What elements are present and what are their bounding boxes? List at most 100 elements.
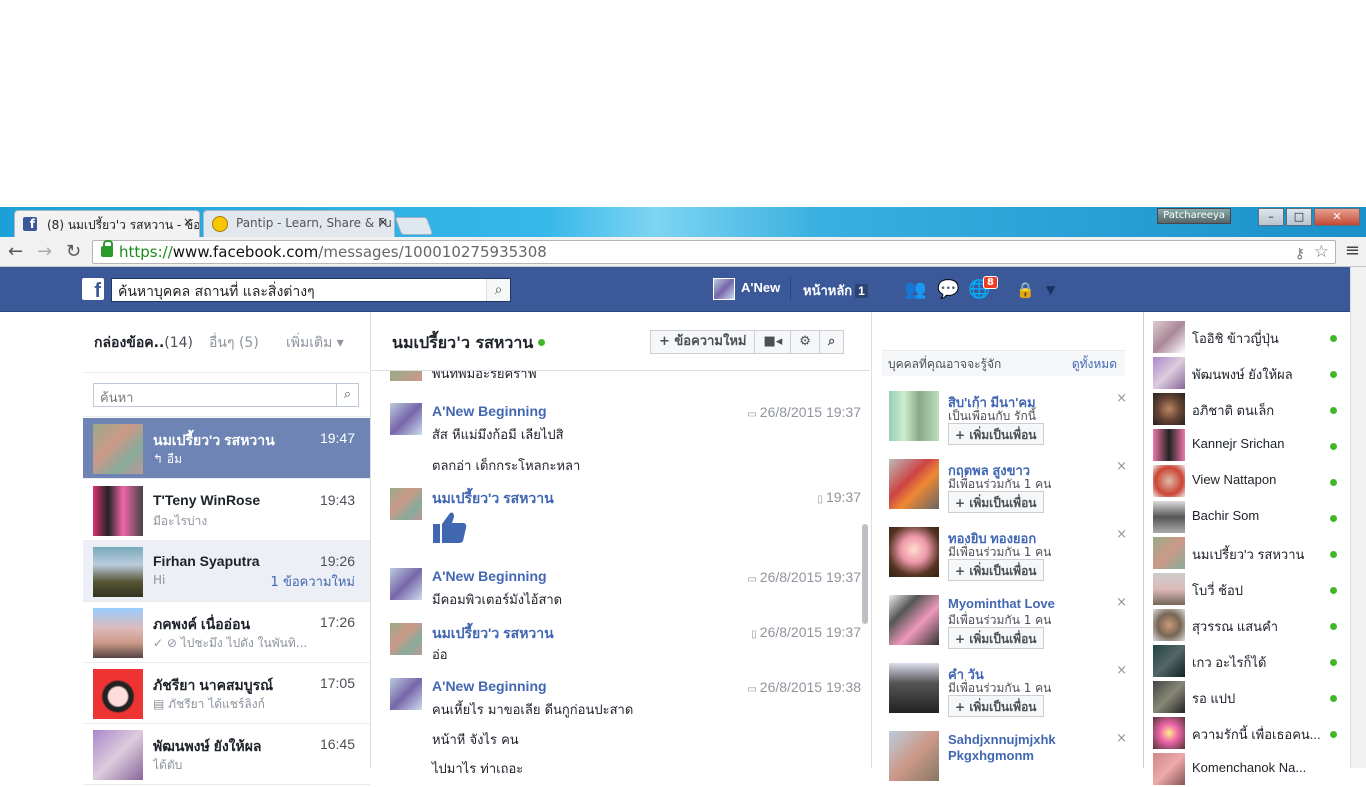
key-icon[interactable]: ⚷ [1295,243,1305,265]
avatar[interactable] [889,391,939,441]
chat-contact[interactable]: นมเปรี้ยว'ว รสหวาน [1144,534,1351,570]
other-inbox-link[interactable]: อื่นๆ (5) [209,332,259,354]
facebook-logo[interactable]: f [82,278,104,302]
contact-name: พัฒนพงษ์ ยังให้ผล [1192,367,1293,382]
profile-link[interactable]: A'New [741,280,780,295]
close-icon[interactable]: × [1116,459,1127,474]
thread-time: 19:47 [319,430,355,446]
back-button[interactable]: ← [8,241,23,262]
more-dropdown[interactable]: เพิ่มเติม ▾ [286,332,344,354]
conversation-title[interactable]: นมเปรี้ยว'ว รสหวาน [392,331,533,356]
chat-contact[interactable]: Bachir Som [1144,498,1351,534]
message-sender[interactable]: นมเปรี้ยว'ว รสหวาน [432,488,554,510]
see-all-link[interactable]: ดูทั้งหมด [1072,355,1117,374]
suggestion-item: Sahdjxnnujmjxhk Pkgxhgmonm × [889,731,1129,787]
tab-close-icon[interactable]: × [183,215,193,229]
friends-icon[interactable]: 👥 [904,279,926,300]
search-icon[interactable]: ⌕ [818,330,845,354]
avatar[interactable] [889,527,939,577]
url-input[interactable]: https://www.facebook.com/messages/100010… [92,240,1336,264]
conversation-scrollbar[interactable] [862,524,868,624]
chat-contact[interactable]: สุวรรณ แสนคำ [1144,606,1351,642]
thread-item[interactable]: ภัชรียา นาคสมบูรณ์ 17:05 ▤ ภัชรียา ได้แช… [83,663,370,724]
chat-contact[interactable]: รอ แปป [1144,678,1351,714]
tab-close-icon[interactable]: × [378,215,388,229]
close-icon[interactable]: × [1116,527,1127,542]
chat-contact[interactable]: โบวี่ ช้อป [1144,570,1351,606]
new-tab-button[interactable] [394,217,434,235]
maximize-button[interactable]: □ [1286,208,1312,226]
close-window-button[interactable]: ✕ [1314,208,1360,226]
thread-item[interactable]: T'Teny WinRose 19:43 มีอะไรบ่าง [83,480,370,541]
inbox-title[interactable]: กล่องข้อค..(14) [94,332,193,354]
message-time: ▯ 19:37 [817,489,861,505]
tab-label: (8) นมเปรี้ยว'ว รสหวาน - ข้อค [47,218,200,232]
tab-pantip[interactable]: Pantip - Learn, Share & Fu × [203,210,395,237]
search-icon[interactable]: ⌕ [336,384,358,406]
close-icon[interactable]: × [1116,663,1127,678]
avatar [390,403,422,435]
thread-item[interactable]: นมเปรี้ยว'ว รสหวาน 19:47 ↰ อืม [83,418,370,479]
bookmark-star-icon[interactable]: ☆ [1314,241,1329,263]
search-icon[interactable]: ⌕ [486,279,510,301]
home-link[interactable]: หน้าหลัก 1 [803,280,868,301]
thread-snippet: ▤ ภัชรียา ได้แชร์ลิงก์ [153,697,265,711]
message-sender[interactable]: A'New Beginning [432,403,547,419]
chat-contact[interactable]: ความรักนี้ เพื่อเธอคน... [1144,714,1351,750]
thread-item[interactable]: ภคพงค์ เนื่ออ่อน 17:26 ✓ ⊘ ไปชะมึง ไปดัง… [83,602,370,663]
message-sender[interactable]: A'New Beginning [432,568,547,584]
chat-contact[interactable]: พัฒนพงษ์ ยังให้ผล [1144,354,1351,390]
chat-contact[interactable]: Kannejr Srichan [1144,426,1351,462]
video-call-icon[interactable]: ■◂ [754,330,792,354]
privacy-icon[interactable]: 🔒 [1016,281,1035,299]
lock-icon [101,240,113,257]
add-friend-button[interactable]: + เพิ่มเป็นเพื่อน [948,695,1044,717]
chat-contact[interactable]: โออิชิ ข้าวญี่ปุ่น [1144,318,1351,354]
chat-contact[interactable]: อภิชาติ ตนเล็ก [1144,390,1351,426]
avatar[interactable] [889,663,939,713]
message-text: คนเหี้ยไร มาขอเลีย ดีนกูก่อนปะสาด [432,703,634,718]
reload-button[interactable]: ↻ [66,241,81,262]
page-scrollbar[interactable] [1350,267,1366,768]
settings-gear-icon[interactable]: ⚙ [790,330,820,354]
message-time: ▯ 26/8/2015 19:37 [751,624,861,640]
chat-contact[interactable]: Komenchanok Na... [1144,750,1351,786]
add-friend-button[interactable]: + เพิ่มเป็นเพื่อน [948,627,1044,649]
user-avatar[interactable] [713,278,735,300]
message-time: ▭ 26/8/2015 19:37 [747,404,861,420]
thread-item[interactable]: พัฒนพงษ์ ยังให้ผล 16:45 ได้ตับ [83,724,370,785]
message-sender[interactable]: A'New Beginning [432,678,547,694]
chat-contact[interactable]: เกว อะไรก็ได้ [1144,642,1351,678]
message-time-label: 26/8/2015 19:38 [759,679,861,695]
fb-search-input[interactable]: ค้นหาบุคคล สถานที่ และสิ่งต่างๆ ⌕ [111,278,511,302]
browser-menu-icon[interactable]: ≡ [1345,240,1360,261]
suggestion-name[interactable]: Myominthat Love [948,596,1055,611]
contact-name: สุวรรณ แสนคำ [1192,619,1279,634]
close-icon[interactable]: × [1116,391,1127,406]
online-dot [1330,515,1337,522]
messages-icon[interactable]: 💬 [937,279,959,300]
avatar[interactable] [889,731,939,781]
forward-button[interactable]: → [37,241,52,262]
message-sender[interactable]: นมเปรี้ยว'ว รสหวาน [432,623,554,645]
add-friend-button[interactable]: + เพิ่มเป็นเพื่อน [948,491,1044,513]
thread-item[interactable]: Firhan Syaputra 19:26 Hi 1 ข้อความใหม่ [83,541,370,602]
new-message-button[interactable]: + ข้อความใหม่ [650,330,756,354]
inbox-search-input[interactable]: ค้นหา ⌕ [93,383,359,407]
close-icon[interactable]: × [1116,595,1127,610]
profile-badge[interactable]: Patchareeya [1157,208,1231,224]
online-status-dot [538,339,545,346]
close-icon[interactable]: × [1116,731,1127,746]
tab-facebook[interactable]: f (8) นมเปรี้ยว'ว รสหวาน - ข้อค × [14,210,200,237]
minimize-button[interactable]: – [1258,208,1284,226]
avatar[interactable] [889,459,939,509]
add-friend-button[interactable]: + เพิ่มเป็นเพื่อน [948,423,1044,445]
avatar[interactable] [889,595,939,645]
add-friend-button[interactable]: + เพิ่มเป็นเพื่อน [948,559,1044,581]
suggestion-name[interactable]: Sahdjxnnujmjxhk Pkgxhgmonm [948,732,1078,764]
avatar [1153,393,1185,425]
chat-contact[interactable]: View Nattapon [1144,462,1351,498]
dropdown-icon[interactable]: ▼ [1046,283,1055,297]
unread-count: 1 ข้อความใหม่ [270,575,355,590]
conversation-panel: นมเปรี้ยว'ว รสหวาน + ข้อความใหม่ ■◂ ⚙ ⌕ … [371,312,871,777]
